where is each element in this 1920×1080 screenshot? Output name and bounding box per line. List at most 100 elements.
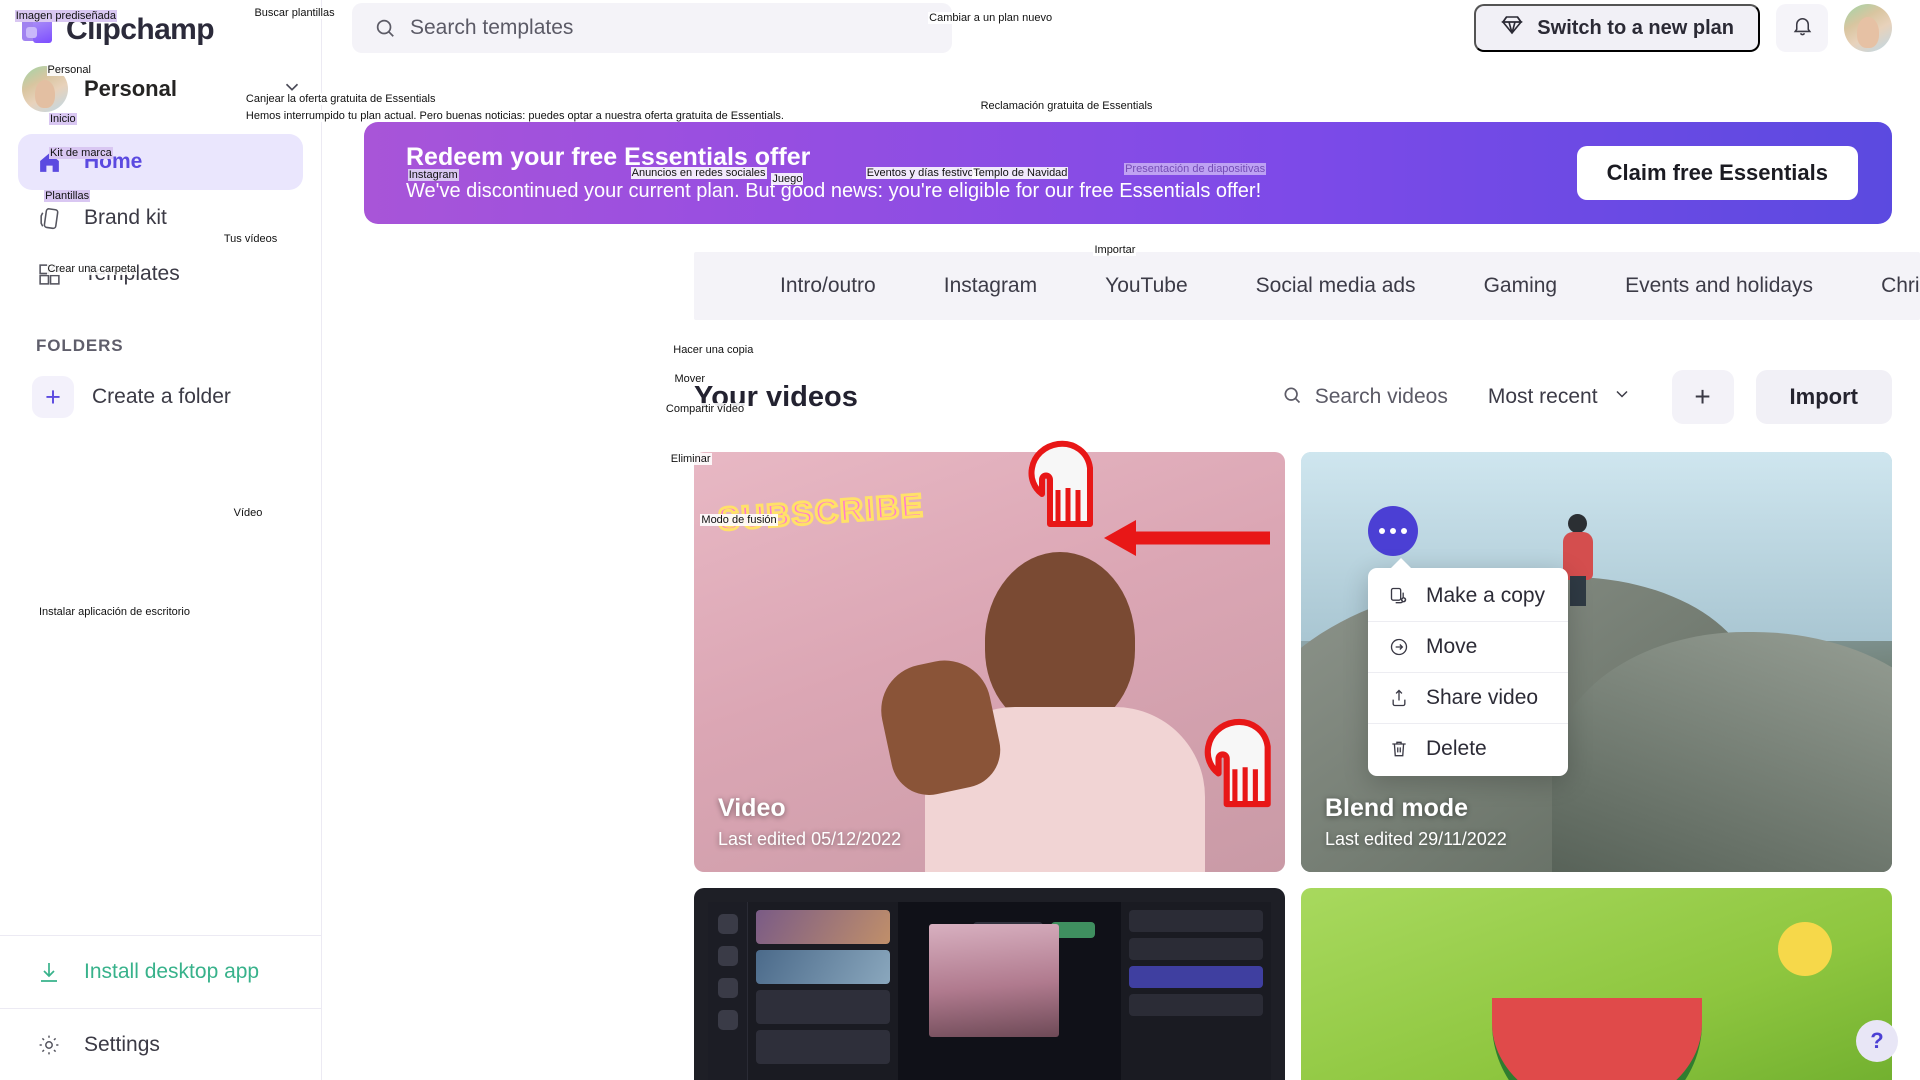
context-menu-item-delete[interactable]: Delete: [1368, 723, 1568, 774]
annotation-label: Juego: [771, 172, 804, 185]
settings-button[interactable]: Settings: [0, 1008, 321, 1080]
trash-icon: [1388, 739, 1410, 759]
sort-dropdown[interactable]: Most recent: [1488, 384, 1632, 410]
annotation-label: Templo de Navidad: [972, 166, 1069, 179]
context-menu-item-move[interactable]: Move: [1368, 621, 1568, 672]
sort-value: Most recent: [1487, 385, 1598, 408]
user-avatar[interactable]: [1844, 4, 1892, 52]
search-icon: [374, 17, 396, 39]
annotation-label: Plantillas: [44, 189, 91, 202]
annotation-label: Eventos y días festivos: [865, 166, 981, 179]
context-menu-item-make-a-copy[interactable]: Make a copy: [1368, 570, 1568, 621]
annotation-label: Anuncios en redes sociales: [630, 166, 767, 179]
bell-icon: [1791, 14, 1814, 42]
thumbnail-art: [872, 542, 1215, 872]
video-last-edited: Last edited 05/12/2022: [718, 829, 902, 849]
move-arrow-icon: [1388, 637, 1410, 657]
annotation-label: Instalar aplicación de escritorio: [37, 606, 191, 619]
thumbnail-art: [1778, 922, 1832, 976]
tab-intro-outro[interactable]: Intro/outro: [694, 274, 910, 298]
sidebar: Clipchamp Personal Home Brand kit FOLDER…: [0, 0, 322, 1080]
annotation-label: Compartir vídeo: [664, 402, 746, 415]
annotation-label: Kit de marca: [48, 146, 113, 160]
diamond-icon: [1500, 13, 1524, 43]
workspace-name: Personal: [84, 76, 177, 101]
your-videos-header: Your videos Search videos Most recent + …: [694, 370, 1892, 424]
annotation-label: Cambiar a un plan nuevo: [928, 12, 1054, 25]
tab-social-media-ads[interactable]: Social media ads: [1222, 274, 1450, 298]
switch-plan-label: Switch to a new plan: [1537, 16, 1734, 39]
template-category-tabs: Intro/outro Instagram YouTube Social med…: [694, 252, 1920, 320]
context-menu-item-label: Share video: [1426, 686, 1539, 709]
subscribe-sticker: SUBSCRIBE: [715, 485, 926, 538]
video-card-meta: Blend mode Last edited 29/11/2022: [1325, 794, 1507, 850]
settings-label: Settings: [84, 1032, 160, 1056]
download-icon: [36, 959, 62, 985]
thumbnail-art: [708, 902, 1271, 1080]
annotation-label: Presentación de diapositivas: [1124, 162, 1267, 175]
annotation-label: Vídeo: [232, 506, 264, 520]
main-content: Search templates Switch to a new plan Re…: [322, 0, 1920, 1080]
annotation-label: Mover: [673, 373, 707, 386]
claim-free-essentials-button[interactable]: Claim free Essentials: [1576, 146, 1858, 200]
gear-icon: [36, 1032, 62, 1058]
annotation-label: Instagram: [407, 168, 459, 182]
video-context-menu: Make a copy Move Share video Delete: [1368, 558, 1568, 776]
annotation-label: Canjear la oferta gratuita de Essentials: [244, 93, 437, 106]
create-folder-button[interactable]: + Create a folder: [18, 368, 303, 426]
share-upload-icon: [1388, 688, 1410, 708]
video-grid: SUBSCRIBE Video Last edited 05/12/2022 B…: [694, 452, 1892, 1080]
create-folder-label: Create a folder: [92, 385, 231, 408]
search-icon: [1282, 385, 1302, 410]
annotation-label: Imagen prediseñada: [14, 9, 117, 22]
annotation-label: Tus vídeos: [222, 232, 279, 245]
annotation-label: Hemos interrumpido tu plan actual. Pero …: [244, 110, 785, 123]
top-bar: Search templates Switch to a new plan: [322, 0, 1920, 56]
context-menu-item-share-video[interactable]: Share video: [1368, 672, 1568, 723]
annotation-label: Reclamación gratuita de Essentials: [979, 100, 1154, 113]
context-menu-item-label: Make a copy: [1426, 583, 1546, 607]
sidebar-item-home[interactable]: Home: [18, 134, 303, 190]
sidebar-bottom: Install desktop app Settings: [0, 935, 321, 1080]
copy-icon: [1388, 586, 1410, 606]
banner-subtext: We've discontinued your current plan. Bu…: [406, 180, 1262, 202]
context-menu-item-label: Move: [1426, 635, 1478, 658]
switch-plan-button[interactable]: Switch to a new plan: [1474, 4, 1760, 52]
import-button[interactable]: Import: [1755, 370, 1892, 424]
brand-kit-icon: [36, 205, 62, 231]
plus-icon: +: [32, 376, 74, 418]
chevron-down-icon: [1612, 384, 1632, 410]
tab-events-and-holidays[interactable]: Events and holidays: [1591, 274, 1847, 298]
notifications-button[interactable]: [1776, 4, 1828, 52]
annotation-label: Buscar plantillas: [253, 7, 336, 20]
tab-instagram[interactable]: Instagram: [910, 274, 1071, 298]
annotation-label: Inicio: [48, 112, 77, 125]
tab-gaming[interactable]: Gaming: [1450, 274, 1592, 298]
video-card[interactable]: [1301, 888, 1892, 1080]
sidebar-item-label: Brand kit: [84, 206, 167, 229]
install-desktop-app-label: Install desktop app: [84, 960, 260, 983]
tab-christmas-templates[interactable]: Christmas templa...: [1847, 274, 1920, 298]
annotation-label: Modo de fusión: [700, 514, 778, 527]
video-card-meta: Video Last edited 05/12/2022: [718, 794, 901, 850]
tab-youtube[interactable]: YouTube: [1071, 274, 1222, 298]
video-card[interactable]: SUBSCRIBE Video Last edited 05/12/2022: [694, 452, 1285, 872]
annotation-label: Importar: [1093, 243, 1137, 256]
annotation-label: Hacer una copia: [672, 344, 755, 357]
clipchamp-app: Clipchamp Personal Home Brand kit FOLDER…: [0, 0, 1920, 1080]
video-last-edited: Last edited 29/11/2022: [1325, 829, 1507, 849]
video-title: Video: [718, 794, 786, 822]
thumbnail-art: [1491, 998, 1702, 1080]
video-card-overflow-button[interactable]: [1368, 506, 1418, 556]
search-videos-input[interactable]: Search videos: [1282, 385, 1448, 410]
annotation-label: Crear una carpeta: [46, 263, 138, 276]
search-templates-input[interactable]: Search templates: [352, 3, 952, 53]
install-desktop-app-button[interactable]: Install desktop app: [0, 936, 321, 1008]
annotation-label: Personal: [46, 63, 92, 76]
help-button[interactable]: ?: [1856, 1020, 1898, 1062]
video-title: Blend mode: [1325, 794, 1469, 822]
folders-header: FOLDERS: [36, 336, 124, 355]
video-card[interactable]: [694, 888, 1285, 1080]
new-video-button[interactable]: +: [1671, 370, 1734, 424]
